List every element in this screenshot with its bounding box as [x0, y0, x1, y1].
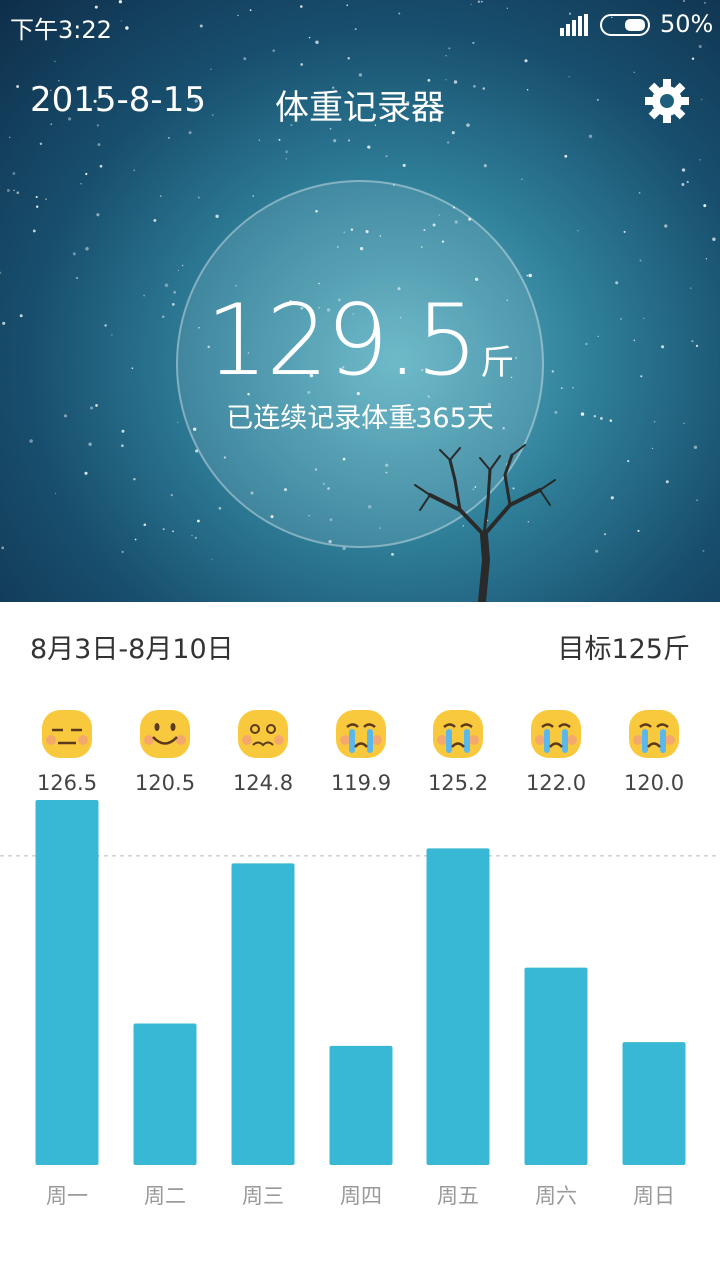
bar-6[interactable]: [622, 1042, 686, 1165]
value-label: 126.5: [37, 771, 97, 795]
value-label: 120.0: [624, 771, 684, 795]
streak-text: 已连续记录体重365天: [226, 403, 494, 434]
battery-percent: 50%: [660, 10, 714, 38]
status-bar: 下午3:22 50%: [0, 0, 720, 50]
date-range: 8月3日-8月10日: [30, 634, 234, 665]
category-label: 周一: [46, 1184, 88, 1208]
bar-4[interactable]: [426, 848, 490, 1165]
category-label: 周二: [144, 1184, 186, 1208]
category-label: 周四: [340, 1184, 382, 1208]
category-label: 周日: [633, 1184, 675, 1208]
crying-face-icon: [531, 710, 581, 758]
status-time: 下午3:22: [10, 16, 112, 44]
bar-0[interactable]: [35, 800, 99, 1165]
crying-face-icon: [336, 710, 386, 758]
bar-2[interactable]: [231, 863, 295, 1165]
category-label: 周五: [437, 1184, 479, 1208]
weight-value: 129.5: [205, 284, 479, 398]
value-label: 122.0: [526, 771, 586, 795]
value-label: 124.8: [233, 771, 293, 795]
bar-5[interactable]: [524, 967, 588, 1165]
battery-icon: [600, 14, 650, 36]
bar-3[interactable]: [329, 1045, 393, 1165]
weight-unit: 斤: [480, 343, 515, 383]
smiling-face-icon: [140, 710, 190, 758]
worried-face-icon: [238, 710, 288, 758]
tree-silhouette: [414, 444, 556, 602]
value-label: 125.2: [428, 771, 488, 795]
value-label: 119.9: [331, 771, 391, 795]
crying-face-icon: [433, 710, 483, 758]
crying-face-icon: [629, 710, 679, 758]
hero-background: 下午3:22 50% 2015-8-15 体重记录器 129.5 斤 已连续记录…: [0, 0, 720, 602]
bar-1[interactable]: [133, 1023, 197, 1165]
goal-weight: 目标125斤: [557, 634, 690, 665]
category-label: 周三: [242, 1184, 284, 1208]
category-label: 周六: [535, 1184, 577, 1208]
app-title: 体重记录器: [275, 88, 445, 128]
value-label: 120.5: [135, 771, 195, 795]
expressionless-face-icon: [42, 710, 92, 758]
signal-icon: [560, 14, 588, 36]
gear-icon[interactable]: [642, 76, 692, 126]
current-weight: 129.5 斤: [0, 284, 720, 398]
weekly-weight-chart: 126.5 周一 120.5 周二 124.8 周三 119.9 周四 125.2 周五 122.0…: [0, 710, 720, 1208]
